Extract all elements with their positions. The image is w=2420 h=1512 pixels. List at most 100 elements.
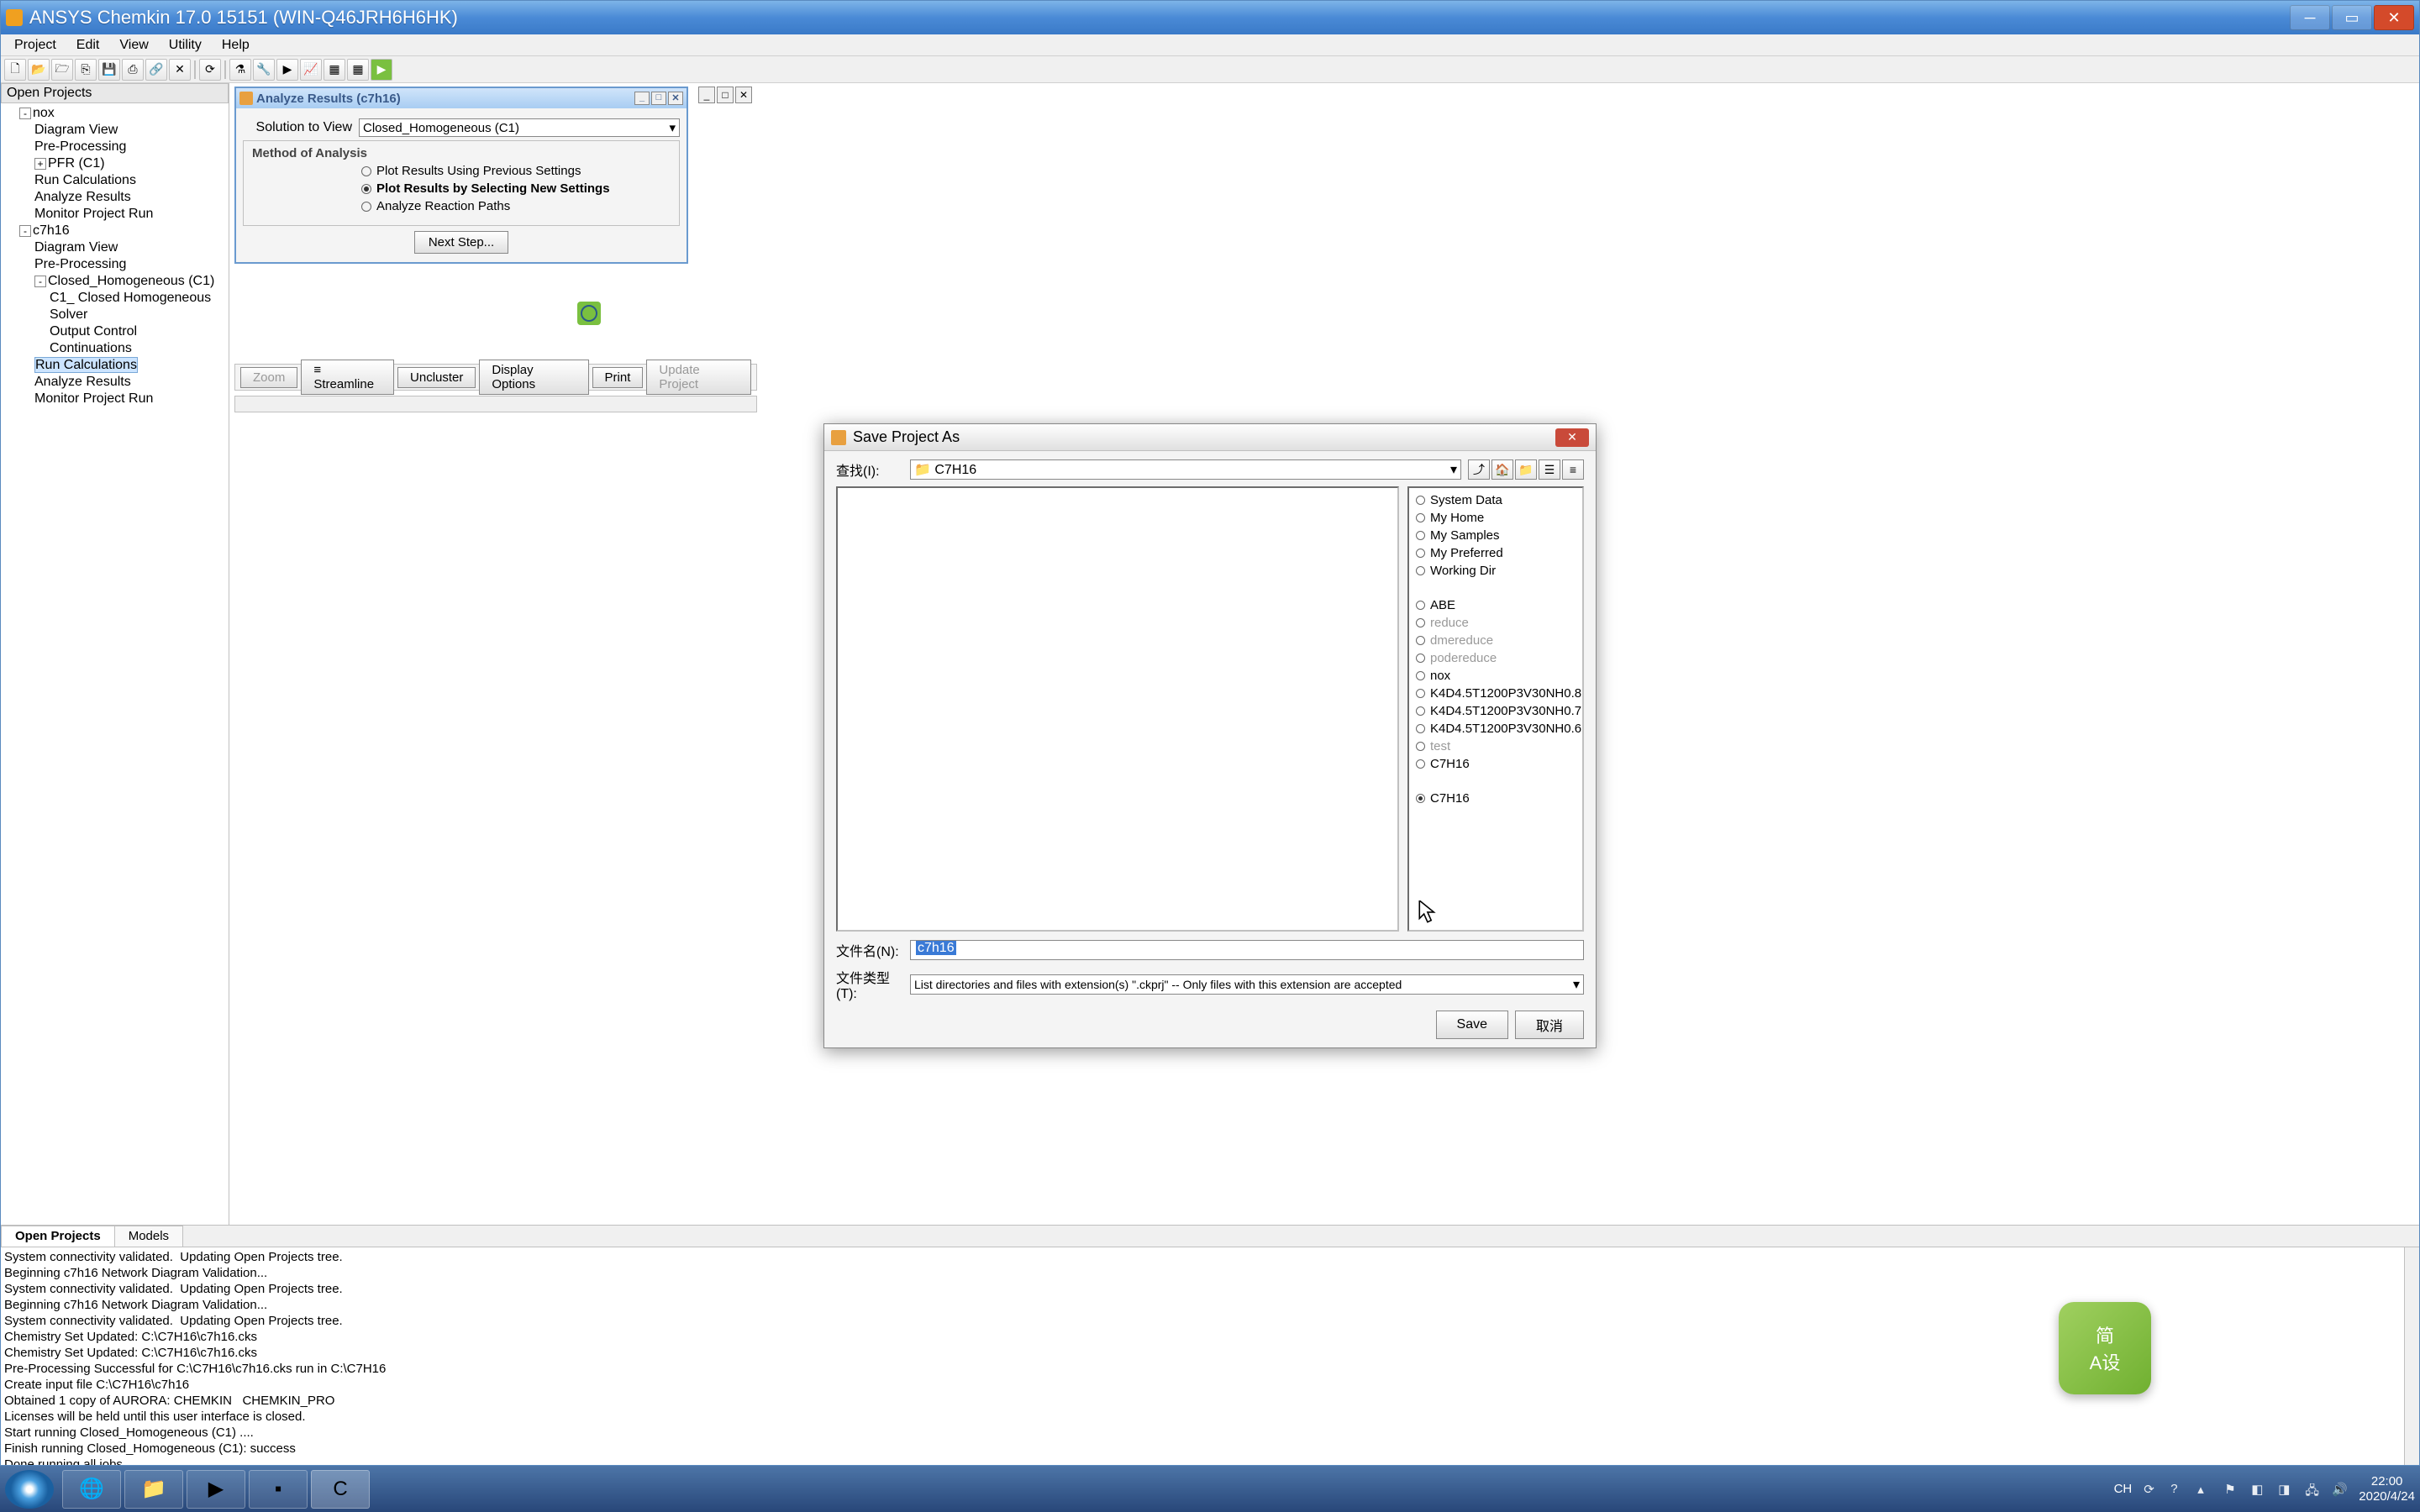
project-tree[interactable]: -nox Diagram View Pre-Processing +PFR (C… (1, 103, 229, 409)
dialog-titlebar[interactable]: Save Project As ✕ (824, 424, 1596, 451)
side-c7h16-b[interactable]: C7H16 (1413, 790, 1579, 807)
dialog-home-icon[interactable]: 🏠 (1491, 459, 1513, 480)
ime-float-widget[interactable]: 简 A设 (2059, 1302, 2151, 1394)
canvas-min-icon[interactable]: _ (698, 87, 715, 103)
dialog-details-icon[interactable]: ≡ (1562, 459, 1584, 480)
streamline-button[interactable]: Streamline (301, 360, 394, 395)
tray-ime[interactable]: CH (2114, 1482, 2133, 1496)
tb-new-icon[interactable]: 🗋 (4, 59, 26, 81)
filename-input[interactable]: c7h16 (910, 940, 1584, 960)
tb-grid-icon[interactable]: ▦ (347, 59, 369, 81)
inner-close-icon[interactable]: ✕ (668, 92, 683, 105)
print-button[interactable]: Print (592, 367, 644, 388)
dialog-newfolder-icon[interactable]: 📁 (1515, 459, 1537, 480)
radio-prev[interactable] (361, 166, 371, 176)
tray-app2-icon[interactable]: ◨ (2278, 1482, 2293, 1497)
tb-chart-icon[interactable]: 📈 (300, 59, 322, 81)
reactor-node-icon[interactable] (577, 302, 601, 325)
tree-c7-output[interactable]: Output Control (50, 323, 225, 340)
filetype-select[interactable]: List directories and files with extensio… (910, 974, 1584, 995)
analyze-titlebar[interactable]: Analyze Results (c7h16) _ □ ✕ (236, 88, 687, 108)
tray-app1-icon[interactable]: ◧ (2251, 1482, 2266, 1497)
side-k2[interactable]: K4D4.5T1200P3V30NH0.7NO0.3 (1413, 702, 1579, 720)
side-c7h16-a[interactable]: C7H16 (1413, 755, 1579, 773)
lookin-select[interactable]: 📁 C7H16 ▾ (910, 459, 1461, 480)
tray-network-icon[interactable]: 🖧 (2305, 1482, 2320, 1497)
tray-volume-icon[interactable]: 🔊 (2332, 1482, 2347, 1497)
side-systemdata[interactable]: System Data (1413, 491, 1579, 509)
tree-c7-run[interactable]: Run Calculations (34, 357, 138, 373)
dialog-up-icon[interactable]: ⤴ (1468, 459, 1490, 480)
tree-nox-diagram[interactable]: Diagram View (34, 122, 225, 139)
tree-nox-monitor[interactable]: Monitor Project Run (34, 206, 225, 223)
tb-refresh-icon[interactable]: ⟳ (199, 59, 221, 81)
radio-reaction[interactable] (361, 202, 371, 212)
inner-min-icon[interactable]: _ (634, 92, 650, 105)
tree-c7-cont[interactable]: Continuations (50, 340, 225, 357)
next-step-button[interactable]: Next Step... (414, 231, 508, 254)
tree-nox-pfr[interactable]: PFR (C1) (48, 156, 105, 171)
tree-c7h16[interactable]: c7h16 (33, 223, 70, 238)
task-chemkin[interactable]: C (311, 1470, 370, 1509)
radio-new[interactable] (361, 184, 371, 194)
menu-utility[interactable]: Utility (159, 36, 212, 55)
tb-saveall-icon[interactable]: ⎙ (122, 59, 144, 81)
menu-project[interactable]: Project (4, 36, 66, 55)
side-myhome[interactable]: My Home (1413, 509, 1579, 527)
tray-sync-icon[interactable]: ⟳ (2144, 1482, 2159, 1497)
dialog-close-button[interactable]: ✕ (1555, 428, 1589, 447)
tray-help-icon[interactable]: ? (2170, 1482, 2186, 1497)
update-project-button[interactable]: Update Project (646, 360, 751, 395)
tab-models[interactable]: Models (114, 1226, 183, 1247)
side-dmereduce[interactable]: dmereduce (1413, 632, 1579, 649)
canvas-close-icon[interactable]: ✕ (735, 87, 752, 103)
tb-copy-icon[interactable]: ⎘ (75, 59, 97, 81)
tab-open-projects[interactable]: Open Projects (1, 1226, 115, 1247)
side-test[interactable]: test (1413, 738, 1579, 755)
cancel-button[interactable]: 取消 (1515, 1011, 1584, 1039)
task-cmd[interactable]: ▪ (249, 1470, 308, 1509)
log-panel[interactable]: System connectivity validated. Updating … (1, 1247, 2419, 1465)
tree-nox-run[interactable]: Run Calculations (34, 172, 225, 189)
tree-c7-analyze[interactable]: Analyze Results (34, 374, 225, 391)
menu-view[interactable]: View (109, 36, 158, 55)
zoom-button[interactable]: Zoom (240, 367, 297, 388)
save-button[interactable]: Save (1436, 1011, 1508, 1039)
tray-flag-icon[interactable]: ⚑ (2224, 1482, 2239, 1497)
side-k3[interactable]: K4D4.5T1200P3V30NH0.6NO0.4 (1413, 720, 1579, 738)
tb-wrench-icon[interactable]: 🔧 (253, 59, 275, 81)
tray-clock[interactable]: 22:00 2020/4/24 (2359, 1474, 2415, 1504)
task-explorer[interactable]: 📁 (124, 1470, 183, 1509)
side-workingdir[interactable]: Working Dir (1413, 562, 1579, 580)
tree-c7-solver[interactable]: Solver (50, 307, 225, 323)
tb-table-icon[interactable]: ▦ (324, 59, 345, 81)
task-media[interactable]: ▶ (187, 1470, 245, 1509)
dialog-list-icon[interactable]: ☰ (1539, 459, 1560, 480)
start-button[interactable] (5, 1470, 54, 1509)
tb-play-icon[interactable]: ▶ (371, 59, 392, 81)
tree-nox[interactable]: nox (33, 106, 55, 120)
file-list[interactable] (836, 486, 1399, 932)
tree-c7-diagram[interactable]: Diagram View (34, 239, 225, 256)
side-abe[interactable]: ABE (1413, 596, 1579, 614)
tb-link-icon[interactable]: 🔗 (145, 59, 167, 81)
tray-chevron-icon[interactable]: ▴ (2197, 1482, 2212, 1497)
menu-help[interactable]: Help (212, 36, 260, 55)
side-podereduce[interactable]: podereduce (1413, 649, 1579, 667)
tb-save-icon[interactable]: 💾 (98, 59, 120, 81)
side-mypreferred[interactable]: My Preferred (1413, 544, 1579, 562)
tree-c7-prep[interactable]: Pre-Processing (34, 256, 225, 273)
side-reduce[interactable]: reduce (1413, 614, 1579, 632)
side-nox[interactable]: nox (1413, 667, 1579, 685)
task-ie[interactable]: 🌐 (62, 1470, 121, 1509)
tb-run-icon[interactable]: ▶ (276, 59, 298, 81)
tb-open-icon[interactable]: 📂 (28, 59, 50, 81)
tb-chem-icon[interactable]: ⚗ (229, 59, 251, 81)
side-mysamples[interactable]: My Samples (1413, 527, 1579, 544)
inner-max-icon[interactable]: □ (651, 92, 666, 105)
side-k1[interactable]: K4D4.5T1200P3V30NH0.8NO0.2 (1413, 685, 1579, 702)
canvas-max-icon[interactable]: □ (717, 87, 734, 103)
menu-edit[interactable]: Edit (66, 36, 110, 55)
maximize-button[interactable]: ▭ (2332, 5, 2372, 30)
log-scrollbar[interactable] (2404, 1247, 2419, 1465)
